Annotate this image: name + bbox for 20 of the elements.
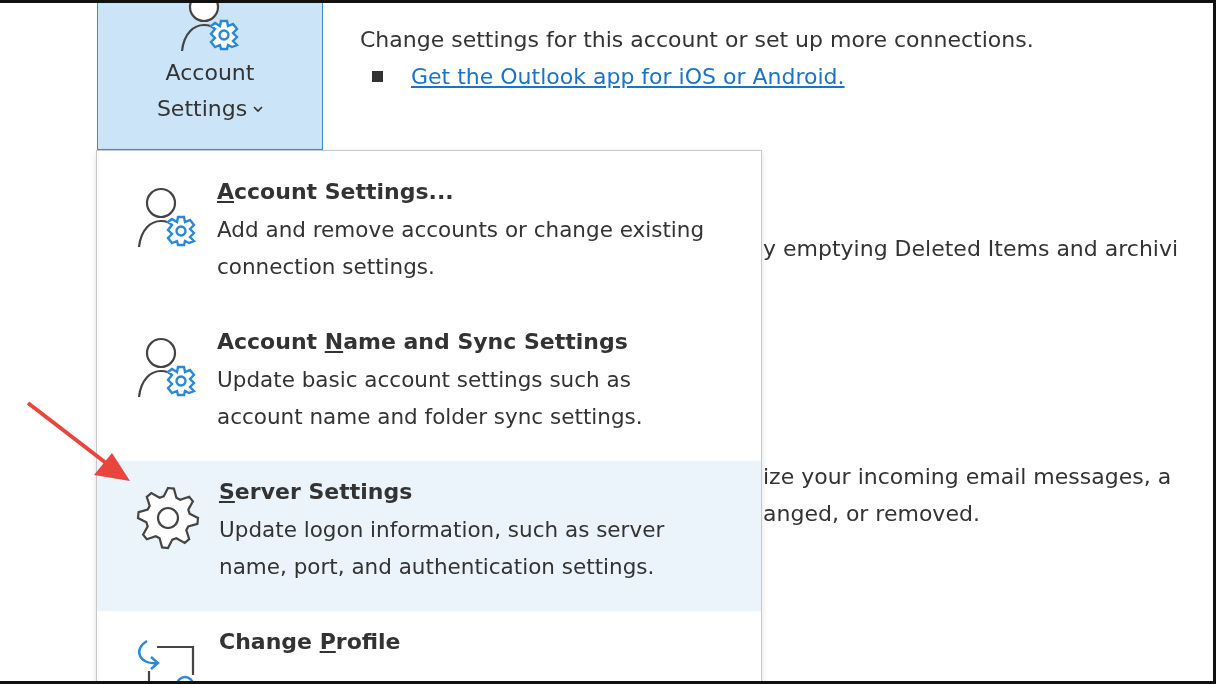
menu-item[interactable]: Account Settings... Add and remove accounts or change existing connection settings.: [97, 161, 761, 311]
gear-icon: [135, 485, 201, 551]
menu-item-description: Update basic account settings such as account name and folder sync settings.: [217, 366, 644, 431]
body-text: y emptying Deleted Items and archivi: [762, 236, 1180, 261]
description-text: Change settings for this account or set up more connections.: [360, 27, 1035, 52]
menu-item-title: Change Profile: [219, 628, 401, 656]
app-link[interactable]: Get the Outlook app for iOS or Android.: [411, 64, 845, 89]
account-settings-button[interactable]: Account Settings: [97, 3, 323, 150]
menu-item[interactable]: Account Name and Sync Settings Update basic account settings such as account name and folder sync settings.: [97, 311, 761, 461]
menu-item-description: Update logon information, such as server name, port, and authentication settings.: [219, 516, 666, 581]
menu-item[interactable]: Server Settings Update logon information, such as server name, port, and authentication settings.: [97, 461, 761, 611]
caret-icon: [253, 105, 264, 113]
menu-item-title: Account Settings...: [217, 178, 455, 206]
body-text: anged, or removed.: [762, 501, 981, 526]
body-text: ize your incoming email messages, a: [762, 464, 1173, 489]
menu-item-description: Add and remove accounts or change existing connection settings.: [217, 216, 706, 281]
bullet-icon: [372, 71, 383, 82]
menu-item-title: Account Name and Sync Settings: [217, 328, 629, 356]
menu-item-title: Server Settings: [219, 478, 414, 506]
menu-item[interactable]: Change Profile: [97, 611, 761, 681]
